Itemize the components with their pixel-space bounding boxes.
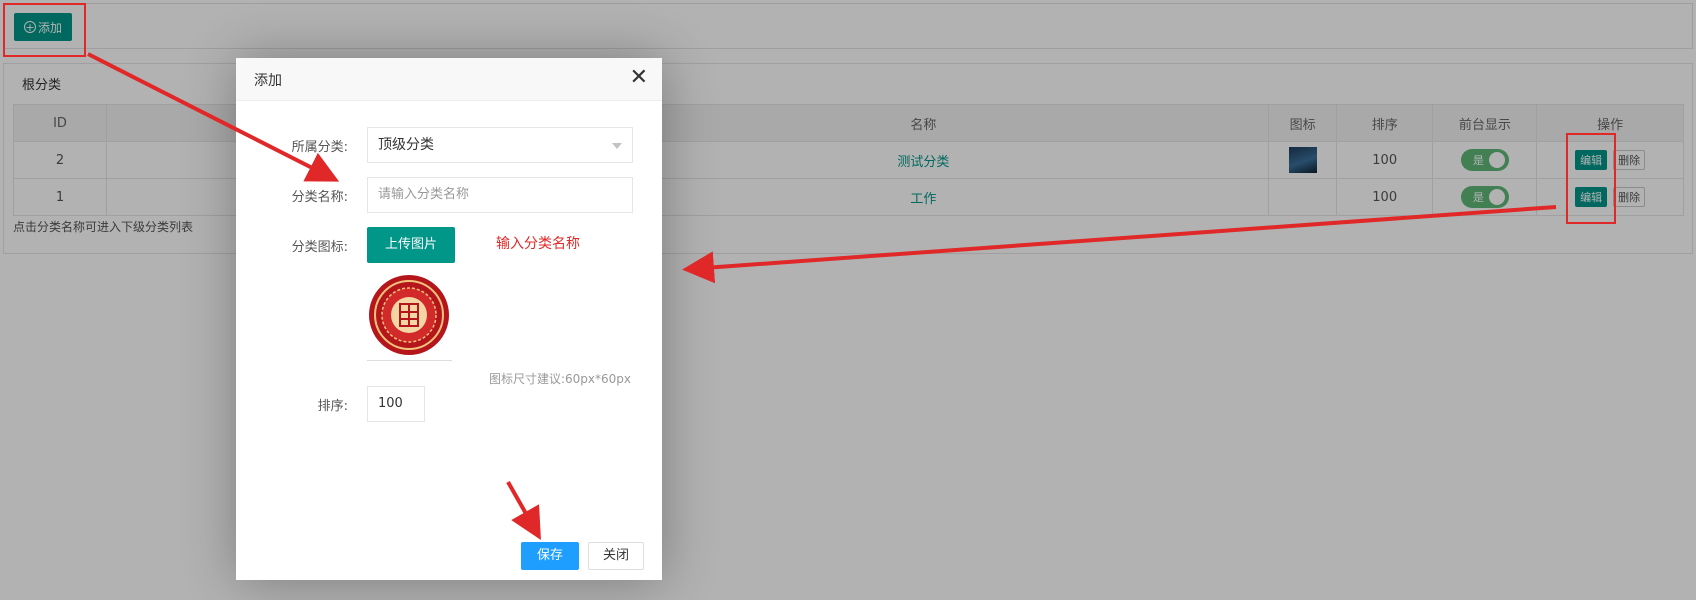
arrow-to-name-field <box>87 52 340 182</box>
annotation-arrows <box>87 52 1557 540</box>
arrow-from-edit <box>682 205 1557 284</box>
arrow-to-save <box>506 481 541 540</box>
